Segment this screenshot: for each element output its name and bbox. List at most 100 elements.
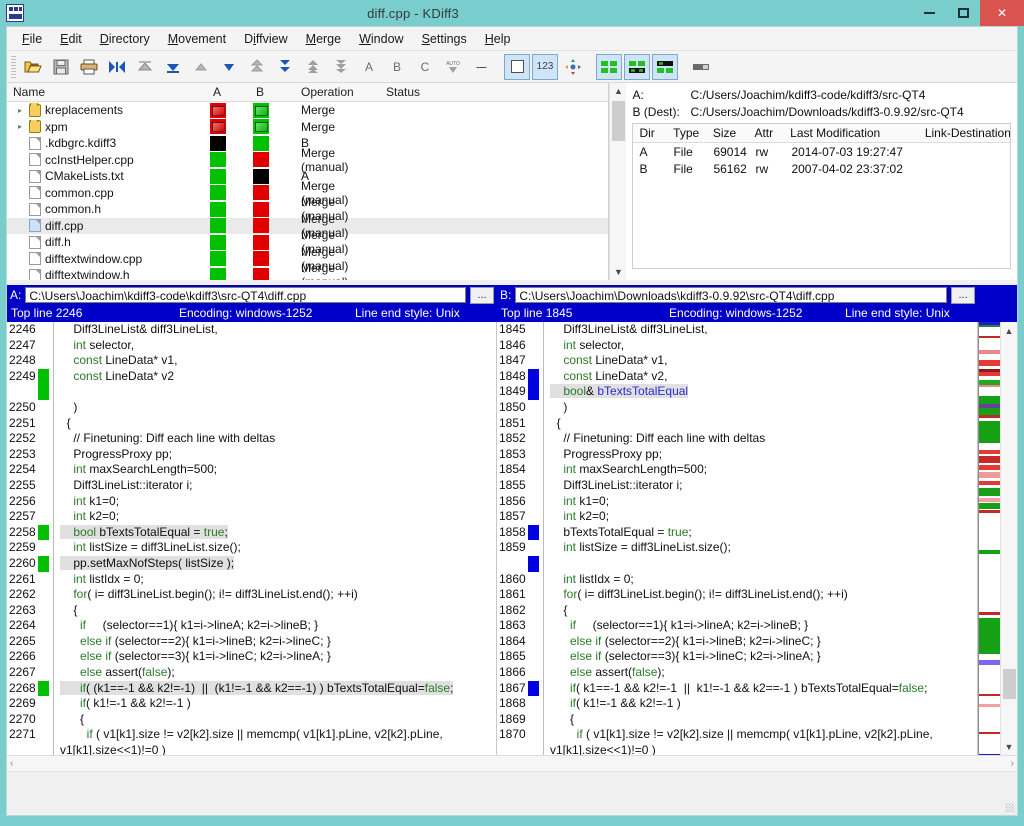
code-line[interactable]: Diff3LineList& diff3LineList, — [60, 322, 496, 338]
choose-c-icon[interactable]: C — [412, 54, 438, 80]
diff-overview-map[interactable] — [978, 322, 1000, 755]
show-white-space-dashes-icon[interactable]: --- — [468, 54, 494, 80]
code-line[interactable]: v1[k1].size<<1)!=0 ) — [60, 743, 496, 755]
code-line[interactable]: Diff3LineList& diff3LineList, — [550, 322, 977, 338]
pane-a-browse-button[interactable]: ... — [470, 286, 495, 304]
scrollbar-thumb[interactable] — [611, 101, 625, 141]
toolbar-grip[interactable] — [11, 55, 16, 78]
code-line[interactable]: // Finetuning: Diff each line with delta… — [60, 431, 496, 447]
code-line[interactable]: ) — [60, 400, 496, 416]
scroll-right-arrow-icon[interactable]: › — [1011, 758, 1014, 769]
scrollbar-track[interactable] — [610, 99, 627, 264]
file-name-cell[interactable]: common.h — [7, 202, 207, 216]
code-line[interactable]: const LineData* v2 — [60, 369, 496, 385]
toggle-split-orientation-icon[interactable] — [560, 54, 586, 80]
code-line[interactable]: else if (selector==2){ k1=i->lineB; k2=i… — [550, 634, 977, 650]
code-line[interactable]: int selector, — [60, 338, 496, 354]
table-row[interactable]: difftextwindow.h Merge (manual) — [7, 261, 608, 280]
file-list-scrollbar[interactable]: ▲ ▼ — [609, 83, 627, 280]
next-difference-icon[interactable] — [216, 54, 242, 80]
table-row[interactable]: ccInstHelper.cpp Merge (manual) — [7, 146, 608, 174]
pane-b-path-input[interactable]: C:\Users\Joachim\Downloads\kdiff3-0.9.92… — [515, 287, 948, 303]
minimize-button[interactable] — [912, 0, 946, 26]
code-line[interactable]: int listIdx = 0; — [60, 572, 496, 588]
code-line[interactable]: { — [550, 712, 977, 728]
code-text-b[interactable]: Diff3LineList& diff3LineList, int select… — [544, 322, 977, 755]
expand-twisty-icon[interactable]: ▸ — [15, 106, 25, 115]
code-line[interactable]: int listSize = diff3LineList.size(); — [60, 540, 496, 556]
pane-a-path-input[interactable]: C:\Users\Joachim\kdiff3-code\kdiff3\src-… — [25, 287, 467, 303]
code-pane-b[interactable]: 1845 1846 1847 1848 1849 1850 1851 1852 1853 1854… — [496, 322, 978, 755]
code-line[interactable]: const LineData* v2, — [550, 369, 977, 385]
code-line[interactable]: const LineData* v1, — [550, 353, 977, 369]
menu-edit[interactable]: Edit — [51, 29, 91, 49]
diff-vertical-scrollbar[interactable]: ▲ ▼ — [1000, 322, 1017, 755]
goto-first-difference-icon[interactable] — [132, 54, 158, 80]
show-white-space-icon[interactable] — [504, 53, 530, 80]
menu-movement[interactable]: Movement — [159, 29, 235, 49]
code-line[interactable]: bool& bTextsTotalEqual — [549, 384, 977, 400]
code-line[interactable]: if( k1!=-1 && k2!=-1 ) — [60, 696, 496, 712]
code-text-a[interactable]: Diff3LineList& diff3LineList, int select… — [54, 322, 496, 755]
code-line[interactable]: else if (selector==3){ k1=i->lineC; k2=i… — [60, 649, 496, 665]
code-line[interactable]: Diff3LineList::iterator i; — [60, 478, 496, 494]
goto-last-difference-icon[interactable] — [160, 54, 186, 80]
code-line[interactable] — [550, 556, 977, 572]
choose-a-icon[interactable]: A — [356, 54, 382, 80]
show-files-only-in-a-icon[interactable] — [688, 54, 714, 80]
show-line-numbers-icon[interactable]: 123 — [532, 53, 558, 80]
pane-b-browse-button[interactable]: ... — [951, 286, 976, 304]
menu-diffview[interactable]: Diffview — [235, 29, 297, 49]
diff-horizontal-scrollbar[interactable]: ‹ › — [7, 755, 1017, 771]
code-line[interactable]: int selector, — [550, 338, 977, 354]
choose-b-icon[interactable]: B — [384, 54, 410, 80]
menu-merge[interactable]: Merge — [297, 29, 350, 49]
resize-grip[interactable] — [1005, 803, 1015, 813]
code-line[interactable]: { — [60, 416, 496, 432]
code-line[interactable]: else if (selector==3){ k1=i->lineC; k2=i… — [550, 649, 977, 665]
code-line[interactable]: // Finetuning: Diff each line with delta… — [550, 431, 977, 447]
code-line[interactable]: for( i= diff3LineList.begin(); i!= diff3… — [60, 587, 496, 603]
next-unsolved-conflict-icon[interactable] — [328, 54, 354, 80]
code-line[interactable]: else assert(false); — [60, 665, 496, 681]
code-line[interactable]: ) — [550, 400, 977, 416]
code-line[interactable]: const LineData* v1, — [60, 353, 496, 369]
file-name-cell[interactable]: common.cpp — [7, 186, 207, 200]
file-name-cell[interactable]: difftextwindow.cpp — [7, 252, 207, 266]
scrollbar-track[interactable] — [1001, 339, 1018, 738]
code-line[interactable]: if( (k1==-1 && k2!=-1) || (k1!=-1 && k2=… — [60, 680, 496, 697]
diff-ends-icon[interactable] — [104, 54, 130, 80]
code-line[interactable]: else if (selector==2){ k1=i->lineB; k2=i… — [60, 634, 496, 650]
file-name-cell[interactable]: diff.h — [7, 235, 207, 249]
code-line[interactable]: else assert(false); — [550, 665, 977, 681]
code-line[interactable]: for( i= diff3LineList.begin(); i!= diff3… — [550, 587, 977, 603]
code-line[interactable]: pp.setMaxNofSteps( listSize ); — [60, 555, 496, 572]
print-icon[interactable] — [76, 54, 102, 80]
code-line[interactable]: { — [550, 603, 977, 619]
show-directory-tree-icon[interactable] — [596, 53, 622, 80]
expand-twisty-icon[interactable]: ▸ — [15, 122, 25, 131]
code-line[interactable]: if ( v1[k1].size != v2[k2].size || memcm… — [60, 727, 496, 743]
code-line[interactable]: int maxSearchLength=500; — [550, 462, 977, 478]
code-line[interactable]: ProgressProxy pp; — [550, 447, 977, 463]
column-header-status[interactable]: Status — [380, 85, 608, 99]
file-name-cell[interactable]: .kdbgrc.kdiff3 — [7, 136, 207, 150]
chevron-up-icon[interactable]: ▲ — [610, 83, 627, 99]
code-line[interactable]: bTextsTotalEqual = true; — [550, 525, 977, 541]
code-line[interactable]: v1[k1].size<<1)!=0 ) — [550, 743, 977, 755]
code-line[interactable]: Diff3LineList::iterator i; — [550, 478, 977, 494]
previous-conflict-icon[interactable] — [244, 54, 270, 80]
code-line[interactable]: int k1=0; — [550, 494, 977, 510]
code-line[interactable]: if ( v1[k1].size != v2[k2].size || memcm… — [550, 727, 977, 743]
menu-file[interactable]: File — [13, 29, 51, 49]
table-row[interactable]: ▸ kreplacements Merge — [7, 102, 608, 119]
file-list-body[interactable]: ▸ kreplacements Merge ▸ xpm Merge .kdbgrc.kdif… — [7, 102, 609, 280]
code-line[interactable]: { — [550, 416, 977, 432]
file-name-cell[interactable]: CMakeLists.txt — [7, 169, 207, 183]
column-header-a[interactable]: A — [207, 85, 250, 99]
code-line[interactable]: if (selector==1){ k1=i->lineA; k2=i->lin… — [550, 618, 977, 634]
menu-window[interactable]: Window — [350, 29, 412, 49]
column-header-name[interactable]: Name — [7, 85, 207, 99]
code-line[interactable]: int listIdx = 0; — [550, 572, 977, 588]
file-name-cell[interactable]: ▸ xpm — [7, 119, 207, 134]
